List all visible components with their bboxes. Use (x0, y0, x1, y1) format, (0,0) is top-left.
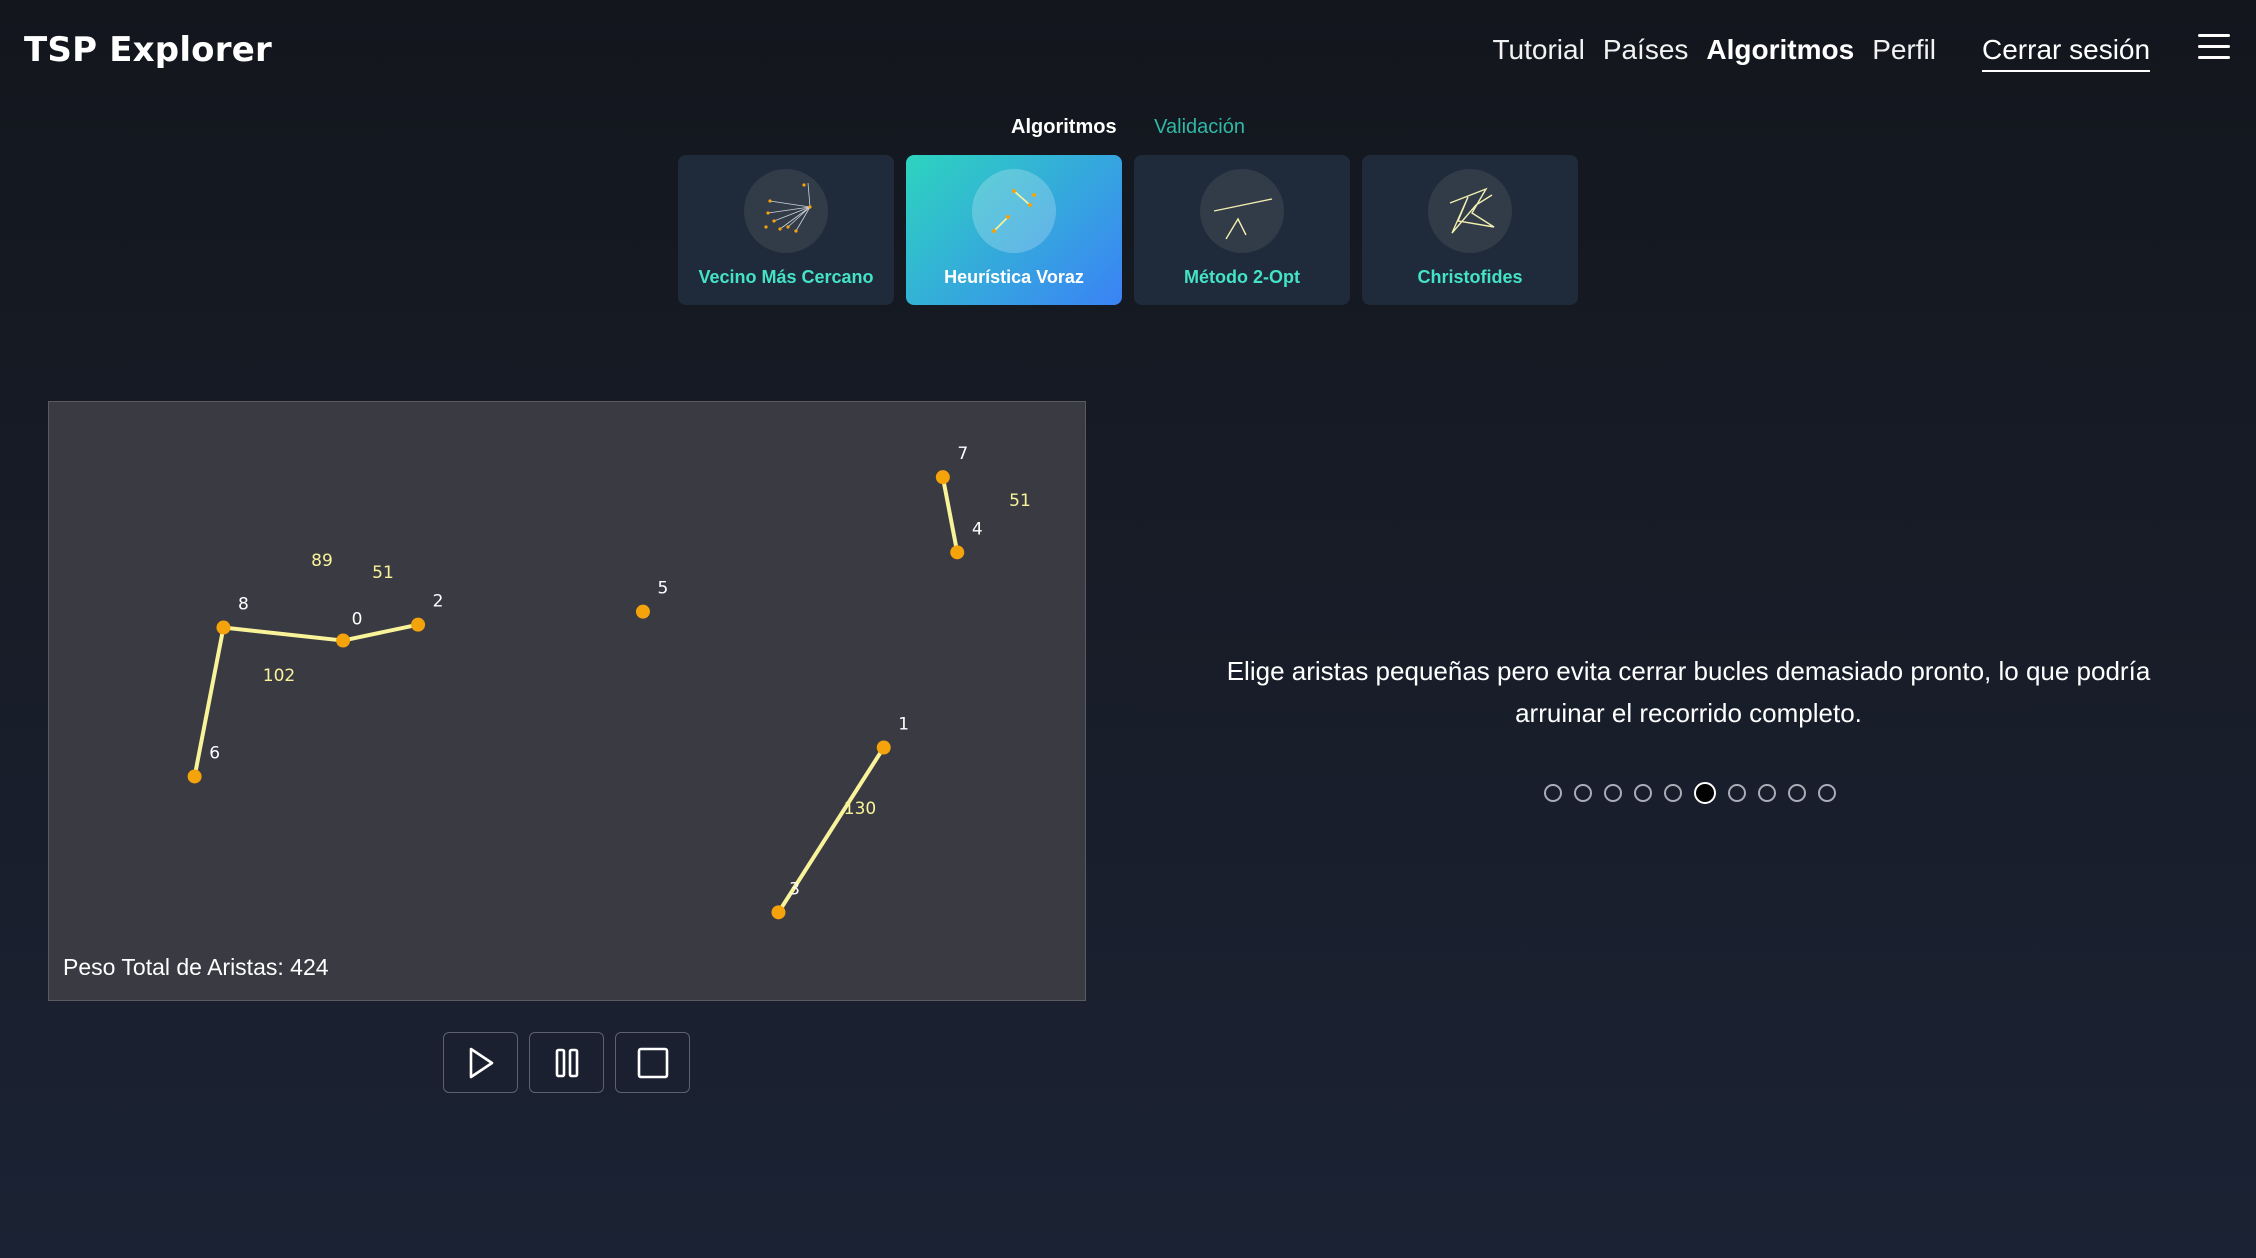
brand-logo[interactable]: TSP Explorer (24, 30, 272, 70)
pagination-dot[interactable] (1728, 784, 1746, 802)
algo-card-nearest-neighbor[interactable]: Vecino Más Cercano (678, 155, 894, 305)
node-label: 3 (789, 879, 800, 899)
tab-algoritmos[interactable]: Algoritmos (1011, 116, 1117, 139)
graph-node[interactable] (876, 740, 891, 755)
playback-controls (443, 1032, 690, 1093)
tab-validacion[interactable]: Validación (1154, 116, 1245, 139)
pause-button[interactable] (529, 1032, 604, 1093)
pagination-dot[interactable] (1758, 784, 1776, 802)
node-label: 2 (433, 592, 444, 612)
graph-edge (221, 625, 346, 643)
subtabs: Algoritmos Validación (0, 116, 2256, 139)
edge-weight-label: 51 (372, 563, 394, 583)
pagination-dot[interactable] (1664, 784, 1682, 802)
total-weight-label: Peso Total de Aristas: 424 (63, 954, 329, 980)
edge-weight-label: 102 (263, 666, 295, 686)
pagination-dot[interactable] (1788, 784, 1806, 802)
pagination-dot[interactable] (1574, 784, 1592, 802)
step-pagination (1544, 782, 1836, 804)
graph-node[interactable] (216, 620, 231, 635)
nearest-neighbor-thumbnail (744, 169, 828, 253)
christofides-thumbnail (1428, 169, 1512, 253)
graph-node[interactable] (187, 769, 202, 784)
nav-links: Tutorial Países Algoritmos Perfil (1492, 34, 1936, 66)
node-label: 4 (972, 519, 983, 539)
graph-node[interactable] (411, 617, 426, 632)
pagination-dot-active[interactable] (1694, 782, 1716, 804)
stop-button[interactable] (615, 1032, 690, 1093)
algorithm-selector: Vecino Más Cercano Heurística Voraz Méto… (678, 155, 1578, 305)
pagination-dot[interactable] (1604, 784, 1622, 802)
algo-label: Vecino Más Cercano (698, 267, 874, 287)
graph-node[interactable] (336, 633, 351, 648)
algorithm-description: Elige aristas pequeñas pero evita cerrar… (1226, 656, 2151, 728)
graph-node[interactable] (635, 604, 650, 619)
edge-weight-label: 51 (1009, 491, 1031, 511)
graph-canvas[interactable]: 51 89 102 51 130 0 1 2 3 4 5 6 7 8 Peso Total de Aris… (48, 401, 1086, 1001)
graph-node[interactable] (771, 905, 786, 920)
algo-card-christofides[interactable]: Christofides (1362, 155, 1578, 305)
node-label: 6 (209, 743, 220, 763)
nav-perfil[interactable]: Perfil (1872, 34, 1936, 66)
hamburger-icon[interactable] (2198, 34, 2230, 64)
node-label: 1 (898, 715, 909, 735)
graph-node[interactable] (935, 470, 950, 485)
graph-svg: 51 89 102 51 130 0 1 2 3 4 5 6 7 8 (187, 444, 1031, 920)
node-label: 8 (238, 595, 249, 615)
nav-algoritmos[interactable]: Algoritmos (1706, 34, 1854, 66)
pagination-dot[interactable] (1544, 784, 1562, 802)
stop-icon (637, 1047, 668, 1078)
play-icon (469, 1047, 493, 1078)
node-label: 0 (352, 610, 363, 630)
node-label: 5 (658, 579, 669, 599)
two-opt-thumbnail (1200, 169, 1284, 253)
top-navbar: TSP Explorer Tutorial Países Algoritmos … (0, 0, 2256, 104)
algo-card-greedy[interactable]: Heurística Voraz (906, 155, 1122, 305)
edge-weight-label: 89 (311, 551, 333, 571)
algo-label: Christofides (1417, 267, 1523, 287)
algo-card-two-opt[interactable]: Método 2-Opt (1134, 155, 1350, 305)
logout-button[interactable]: Cerrar sesión (1982, 34, 2151, 72)
edge-weight-label: 130 (844, 799, 876, 819)
graph-node[interactable] (950, 545, 965, 560)
node-label: 7 (957, 444, 968, 464)
nav-tutorial[interactable]: Tutorial (1492, 34, 1584, 66)
pagination-dot[interactable] (1634, 784, 1652, 802)
graph-edge (940, 475, 960, 555)
pagination-dot[interactable] (1818, 784, 1836, 802)
greedy-heuristic-thumbnail (972, 169, 1056, 253)
algo-label: Método 2-Opt (1184, 267, 1300, 287)
nav-paises[interactable]: Países (1603, 34, 1689, 66)
play-button[interactable] (443, 1032, 518, 1093)
algo-label: Heurística Voraz (944, 267, 1084, 287)
pause-icon (555, 1048, 578, 1077)
